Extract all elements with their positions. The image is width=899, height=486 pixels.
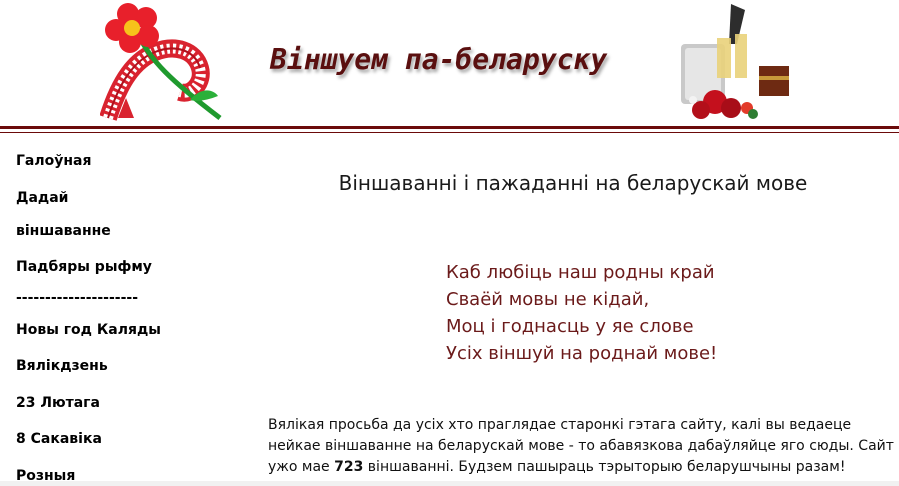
header-divider — [0, 126, 899, 129]
champagne-image — [681, 4, 789, 119]
greeting-count: 723 — [334, 459, 364, 475]
flower-ribbon-logo[interactable] — [100, 0, 228, 122]
nav-item-new-year[interactable]: Новы год Каляды — [16, 322, 161, 338]
nav-item-march-8[interactable]: 8 Сакавіка — [16, 431, 102, 447]
nav-item-find-rhyme[interactable]: Падбяры рыфму — [16, 259, 152, 275]
poem: Каб любіць наш родны край Сваёй мовы не … — [446, 259, 717, 367]
intro-text-part2: віншаванні. Будзем пашыраць тэрыторыю бе… — [363, 459, 846, 475]
poem-line: Каб любіць наш родны край — [446, 262, 715, 283]
page-bottom-edge — [0, 481, 899, 486]
nav-item-home[interactable]: Галоўная — [16, 153, 91, 169]
nav-item-feb-23[interactable]: 23 Лютага — [16, 395, 100, 411]
nav-separator: --------------------- — [16, 290, 139, 306]
nav-item-add-greeting-cont[interactable]: віншаванне — [16, 223, 111, 239]
site-title[interactable]: Віншуем па-беларуску — [270, 43, 607, 76]
poem-line: Сваёй мовы не кідай, — [446, 289, 650, 310]
nav-item-easter[interactable]: Вялікдзень — [16, 358, 108, 374]
site-header: Віншуем па-беларуску — [0, 0, 899, 126]
header-divider-thin — [0, 132, 899, 133]
intro-text: Вялікая просьба да усіх хто праглядае ст… — [268, 415, 896, 478]
poem-line: Усіх віншуй на роднай мове! — [446, 343, 718, 364]
nav-item-add-greeting[interactable]: Дадай — [16, 190, 68, 206]
poem-line: Моц і годнасць у яе слове — [446, 316, 694, 337]
page-heading: Віншаванні і пажаданні на беларускай мов… — [338, 171, 808, 195]
